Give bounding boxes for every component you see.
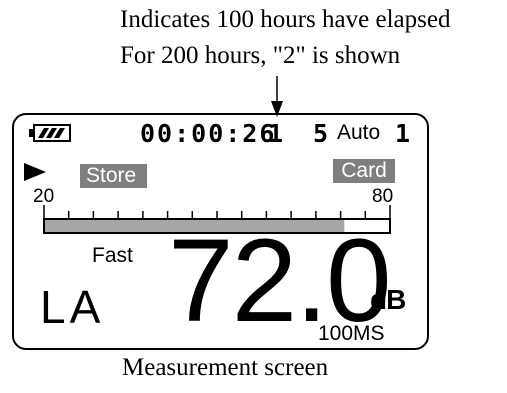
time-weighting: Fast: [92, 244, 133, 267]
level-unit: dB: [370, 284, 406, 315]
caption: Measurement screen: [122, 354, 329, 381]
frequency-weighting: LA: [40, 281, 105, 333]
measurement-interval: 100MS: [318, 322, 385, 345]
